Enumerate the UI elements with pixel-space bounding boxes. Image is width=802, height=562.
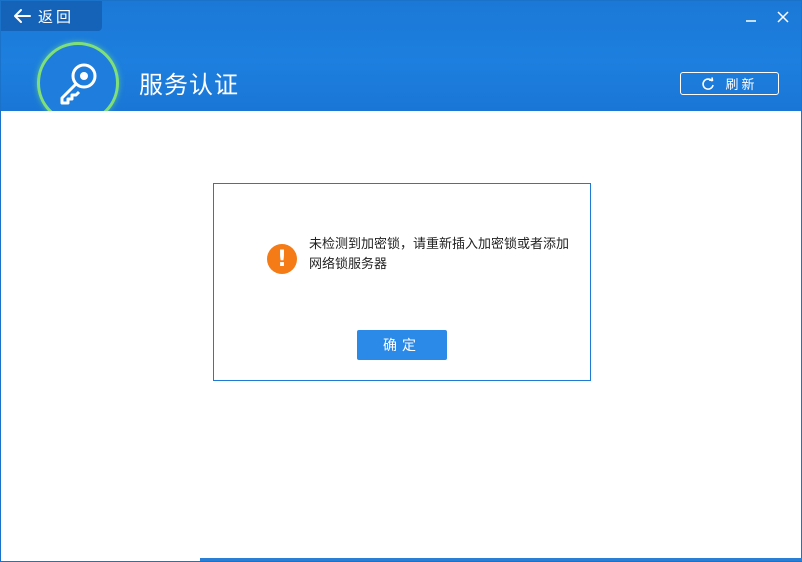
close-icon [777, 11, 789, 23]
logo-mask [31, 111, 131, 131]
minimize-icon [746, 20, 756, 22]
key-icon [60, 63, 97, 105]
close-button[interactable] [775, 9, 791, 25]
page-title: 服务认证 [139, 71, 239, 99]
header-bar: 返回 服务认证 刷新 [1, 1, 801, 111]
refresh-label: 刷新 [725, 78, 758, 93]
alert-message: 未检测到加密锁，请重新插入加密锁或者添加网络锁服务器 [309, 237, 570, 272]
alert-dialog: ! 未检测到加密锁，请重新插入加密锁或者添加网络锁服务器 确定 [213, 183, 591, 381]
refresh-button[interactable]: 刷新 [680, 72, 779, 95]
arrow-left-icon [14, 9, 31, 23]
refresh-icon [702, 76, 715, 90]
back-button[interactable]: 返回 [1, 1, 102, 31]
status-line [200, 558, 802, 561]
window-controls [743, 9, 791, 25]
back-label: 返回 [38, 7, 75, 26]
app-window: 返回 服务认证 刷新 ! 未检测到加密锁，请重新插入加密锁或者添加网络锁服务器 … [0, 0, 802, 562]
minimize-button[interactable] [743, 9, 759, 25]
confirm-button[interactable]: 确定 [357, 330, 447, 360]
warning-icon: ! [267, 244, 297, 274]
